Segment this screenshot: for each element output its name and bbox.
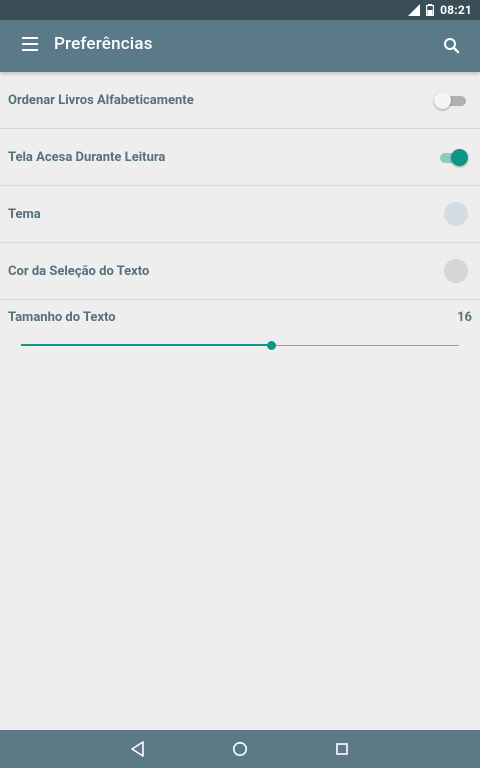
signal-icon <box>408 4 421 16</box>
slider-thumb[interactable] <box>267 341 276 350</box>
pref-row-text-size: Tamanho do Texto 16 <box>0 300 480 360</box>
menu-icon[interactable] <box>22 37 42 55</box>
pref-row-screen-on[interactable]: Tela Acesa Durante Leitura <box>0 129 480 186</box>
pref-label: Ordenar Livros Alfabeticamente <box>8 92 194 108</box>
pref-label: Tema <box>8 206 41 222</box>
pref-row-theme[interactable]: Tema <box>0 186 480 243</box>
search-icon[interactable] <box>442 36 462 56</box>
home-icon[interactable] <box>231 740 249 758</box>
screen-on-switch[interactable] <box>436 149 468 166</box>
pref-label: Cor da Seleção do Texto <box>8 263 150 279</box>
slider-fill <box>21 344 271 346</box>
text-size-label: Tamanho do Texto <box>8 310 116 325</box>
sort-alphabetically-switch[interactable] <box>434 92 468 109</box>
status-bar: 08:21 <box>0 0 480 20</box>
theme-color-swatch[interactable] <box>444 202 468 226</box>
back-icon[interactable] <box>129 740 147 758</box>
navigation-bar <box>0 730 480 768</box>
selection-color-swatch[interactable] <box>444 259 468 283</box>
preference-list: Ordenar Livros Alfabeticamente Tela Aces… <box>0 72 480 360</box>
status-time: 08:21 <box>440 3 472 17</box>
pref-row-selection-color[interactable]: Cor da Seleção do Texto <box>0 243 480 300</box>
battery-icon <box>426 4 435 16</box>
pref-label: Tela Acesa Durante Leitura <box>8 149 166 165</box>
recents-icon[interactable] <box>333 740 351 758</box>
text-size-slider[interactable] <box>21 341 459 350</box>
app-bar: Preferências <box>0 20 480 72</box>
pref-row-sort-alphabetically[interactable]: Ordenar Livros Alfabeticamente <box>0 72 480 129</box>
text-size-value: 16 <box>457 310 472 325</box>
page-title: Preferências <box>54 34 153 54</box>
